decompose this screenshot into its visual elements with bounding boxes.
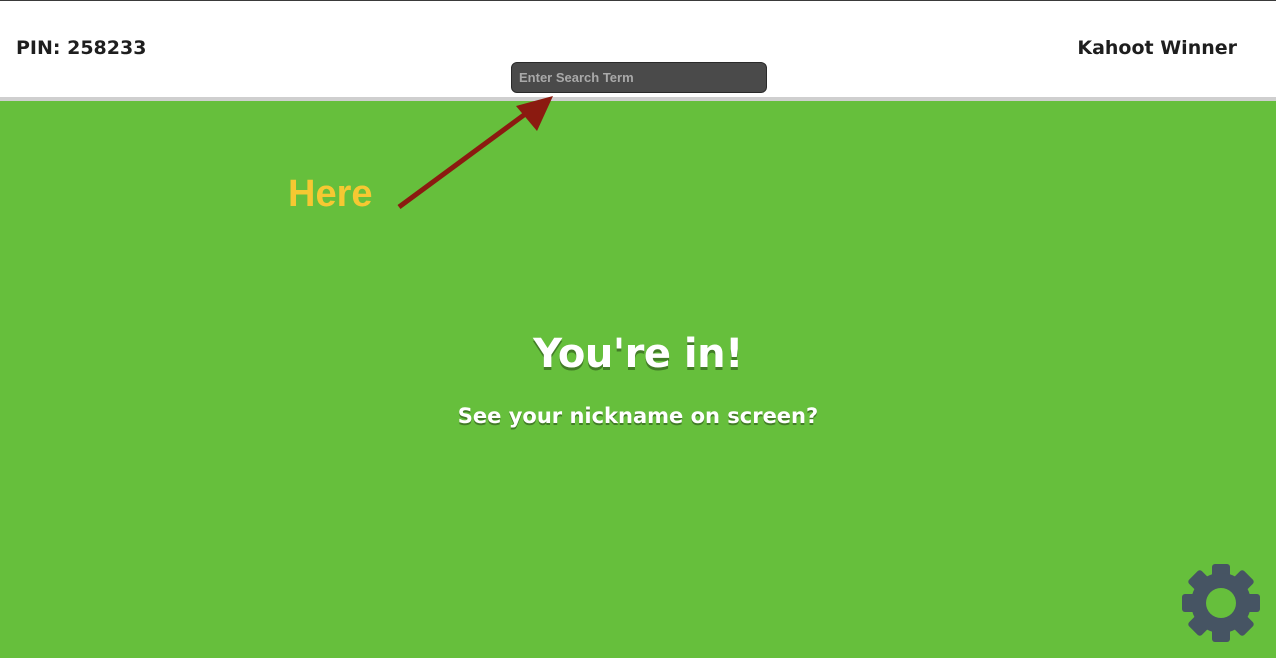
app-window: PIN: 258233 Kahoot Winner Here You're in… [0,0,1276,658]
annotation-label: Here [288,173,373,215]
page-subtitle: See your nickname on screen? [457,404,819,428]
gear-icon[interactable] [1181,563,1261,643]
player-nickname: Kahoot Winner [1077,37,1237,59]
search-input[interactable] [511,62,767,93]
page-title: You're in! [533,331,743,377]
lobby-stage [0,101,1276,658]
game-pin: PIN: 258233 [16,37,147,59]
